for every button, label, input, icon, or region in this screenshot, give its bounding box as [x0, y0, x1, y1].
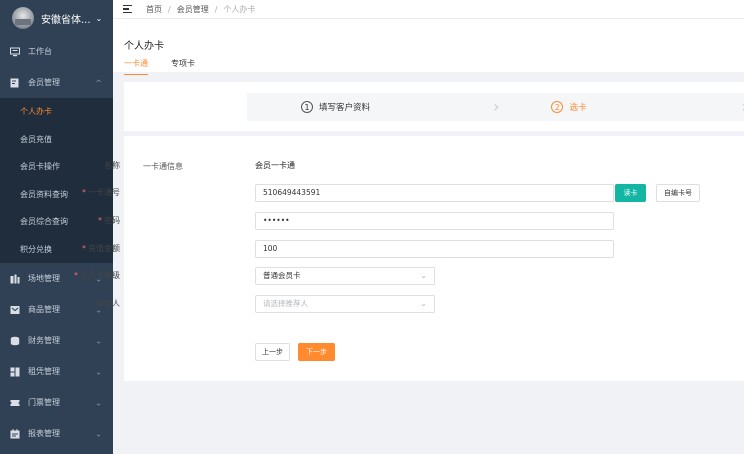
sidebar-item-label: 会员管理 — [28, 78, 60, 87]
step-number: 1 — [301, 101, 313, 113]
form-row-password: * 密码 •••••• — [98, 212, 744, 230]
rental-icon — [10, 367, 20, 377]
password-input[interactable]: •••••• — [255, 212, 614, 230]
breadcrumb-home[interactable]: 首页 — [146, 4, 162, 15]
form-row-amount: * 充值金额 100 — [82, 240, 744, 258]
submenu-item-personal-card[interactable]: 个人办卡 — [0, 98, 113, 126]
card-form: 一卡通信息 名称 会员一卡通 * 一卡通号 510649443591 读卡 自编卡… — [74, 136, 744, 381]
level-select[interactable]: 普通会员卡 ⌄ — [255, 267, 435, 285]
org-avatar — [12, 7, 34, 29]
monitor-icon — [10, 47, 20, 57]
step-fill-customer-info: 1 填写客户资料 › — [247, 93, 499, 121]
form-row-level: * 会员卡等级 普通会员卡 ⌄ — [74, 267, 744, 285]
tab-special-card[interactable]: 专项卡 — [171, 58, 195, 75]
referrer-label: 推荐人 — [96, 299, 120, 308]
card-number-input[interactable]: 510649443591 — [255, 184, 614, 202]
page-title: 个人办卡 — [124, 41, 164, 52]
required-mark: * — [82, 244, 86, 253]
sidebar-item-label: 报表管理 — [28, 429, 60, 438]
venue-icon — [10, 274, 20, 284]
chevron-up-icon: ^ — [95, 78, 102, 87]
sidebar-item-rental-management[interactable]: 租凭管理 ⌄ — [0, 356, 113, 387]
read-card-button[interactable]: 读卡 — [615, 184, 646, 202]
member-icon — [10, 78, 20, 88]
prev-step-button[interactable]: 上一步 — [255, 343, 290, 361]
menu-toggle-icon[interactable] — [123, 5, 132, 13]
required-mark: * — [82, 188, 86, 197]
custom-card-number-button[interactable]: 自编卡号 — [656, 184, 700, 202]
steps-card: 1 填写客户资料 › 2 选卡 › — [124, 82, 744, 131]
chevron-down-icon: ⌄ — [95, 367, 102, 376]
finance-icon — [10, 336, 20, 346]
goods-icon — [10, 305, 20, 315]
form-row-card-number: * 一卡通号 510649443591 读卡 自编卡号 — [82, 184, 744, 202]
org-switcher[interactable]: 安徽省体... ⌄ — [0, 0, 113, 36]
chevron-down-icon: ⌄ — [95, 398, 102, 407]
amount-label: * 充值金额 — [82, 244, 120, 253]
step-number: 2 — [551, 101, 564, 113]
name-value: 会员一卡通 — [255, 161, 295, 170]
chevron-down-icon: ⌄ — [95, 429, 102, 438]
referrer-select[interactable]: 请选择推荐人 ⌄ — [255, 295, 435, 313]
referrer-select-placeholder: 请选择推荐人 — [263, 299, 308, 308]
level-select-value: 普通会员卡 — [263, 271, 301, 280]
sidebar-item-finance-management[interactable]: 财务管理 ⌄ — [0, 325, 113, 356]
step-select-card: 2 选卡 › — [495, 93, 744, 121]
member-submenu: 个人办卡 会员充值 会员卡操作 会员资料查询 会员综合查询 积分兑换 — [0, 98, 113, 263]
chevron-down-icon: ⌄ — [420, 299, 427, 308]
tab-all-in-one-card[interactable]: 一卡通 — [124, 58, 148, 75]
required-mark: * — [74, 271, 78, 280]
breadcrumb-section[interactable]: 会员管理 — [177, 4, 209, 15]
main-content: 个人办卡 一卡通 专项卡 1 填写客户资料 › 2 选卡 › 一卡通信息 名称 … — [74, 18, 744, 454]
amount-input[interactable]: 100 — [255, 240, 614, 258]
report-icon — [10, 428, 20, 439]
form-row-name: 名称 会员一卡通 — [104, 157, 744, 175]
top-navbar: 首页 / 会员管理 / 个人办卡 — [113, 0, 744, 18]
sidebar-item-label: 工作台 — [28, 47, 52, 56]
chevron-down-icon: ⌄ — [95, 13, 103, 23]
password-label: * 密码 — [98, 216, 120, 225]
ticket-icon — [10, 398, 20, 408]
breadcrumb-separator: / — [214, 4, 218, 14]
sidebar-item-workbench[interactable]: 工作台 — [0, 36, 113, 67]
required-mark: * — [98, 216, 102, 225]
sidebar-item-report-management[interactable]: 报表管理 ⌄ — [0, 418, 113, 449]
breadcrumb-separator: / — [168, 4, 171, 14]
sidebar-item-ticket-management[interactable]: 门票管理 ⌄ — [0, 387, 113, 418]
sidebar-item-label: 财务管理 — [28, 336, 60, 345]
sidebar-item-member-management[interactable]: 会员管理 ^ — [0, 67, 113, 98]
chevron-down-icon: ⌄ — [420, 271, 427, 280]
page-header: 个人办卡 一卡通 专项卡 — [113, 18, 744, 75]
breadcrumb-current: 个人办卡 — [223, 4, 256, 14]
card-type-tabs: 一卡通 专项卡 — [124, 58, 218, 75]
card-number-label: * 一卡通号 — [82, 188, 120, 197]
submenu-item-recharge[interactable]: 会员充值 — [0, 126, 113, 154]
sidebar-item-label: 租凭管理 — [28, 367, 60, 376]
name-label: 名称 — [104, 161, 120, 170]
level-label: * 会员卡等级 — [74, 271, 120, 280]
next-step-button[interactable]: 下一步 — [298, 343, 335, 361]
org-name: 安徽省体... — [41, 14, 91, 26]
step-indicator: 1 填写客户资料 › 2 选卡 › — [247, 93, 744, 121]
step-label: 选卡 — [569, 103, 587, 113]
chevron-down-icon: ⌄ — [95, 336, 102, 345]
step-label: 填写客户资料 — [319, 103, 371, 113]
form-row-referrer: 推荐人 请选择推荐人 ⌄ — [96, 295, 744, 313]
sidebar-item-label: 门票管理 — [28, 398, 60, 407]
